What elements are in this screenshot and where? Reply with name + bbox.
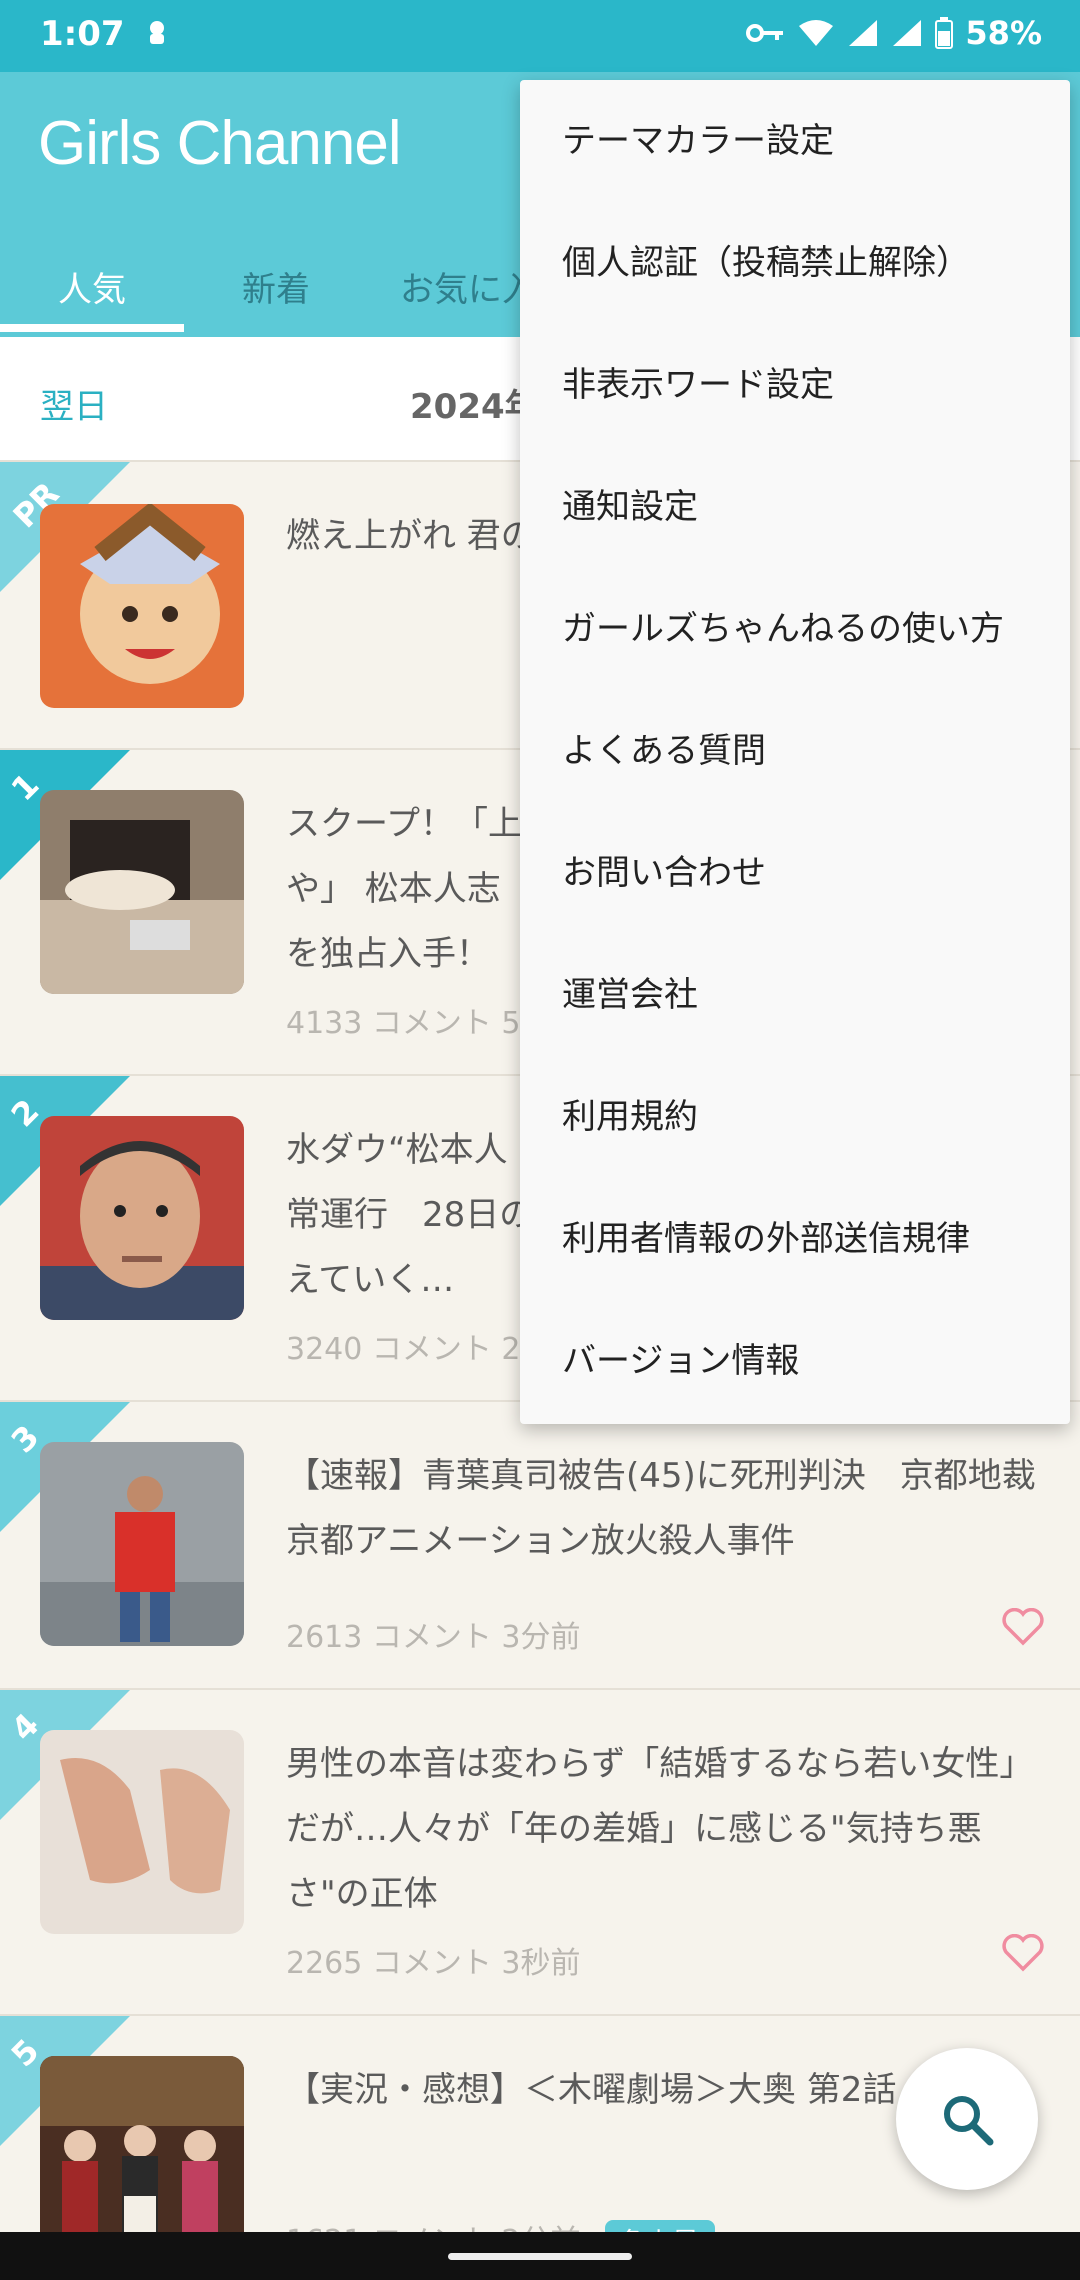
menu-item-external-transmission[interactable]: 利用者情報の外部送信規律 [520, 1178, 1070, 1300]
search-button[interactable] [896, 2048, 1038, 2190]
favorite-heart-icon[interactable] [1002, 1934, 1044, 1972]
menu-item-hidden-words[interactable]: 非表示ワード設定 [520, 324, 1070, 446]
topic-meta: 4133 コメント 5 [286, 1006, 521, 1041]
vpn-key-icon [745, 21, 785, 45]
status-bar: 1:07 58% [0, 0, 1080, 72]
topic-thumbnail [40, 1116, 244, 1320]
topic-item-4[interactable]: 4 男性の本音は変わらず「結婚するなら若い女性」だが…人々が「年の差婚」に感じる… [0, 1690, 1080, 2016]
tab-indicator [0, 324, 184, 332]
topic-thumbnail [40, 2056, 244, 2232]
topic-thumbnail [40, 790, 244, 994]
menu-item-notifications[interactable]: 通知設定 [520, 446, 1070, 568]
tab-new[interactable]: 新着 [184, 242, 368, 337]
overflow-menu: テーマカラー設定 個人認証（投稿禁止解除） 非表示ワード設定 通知設定 ガールズ… [520, 80, 1070, 1424]
menu-item-version[interactable]: バージョン情報 [520, 1300, 1070, 1422]
tab-popular[interactable]: 人気 [0, 242, 184, 337]
signal-icon-2 [891, 18, 923, 48]
topic-meta: 3240 コメント 2 [286, 1332, 521, 1367]
menu-item-company[interactable]: 運営会社 [520, 934, 1070, 1056]
next-day-button[interactable]: 翌日 [40, 379, 108, 428]
menu-item-how-to-use[interactable]: ガールズちゃんねるの使い方 [520, 568, 1070, 690]
topic-meta: 2613 コメント 3分前 [286, 1620, 581, 1655]
battery-icon [935, 17, 954, 49]
battery-percent: 58% [965, 14, 1042, 52]
home-gesture-handle[interactable] [448, 2253, 632, 2260]
status-time: 1:07 [40, 14, 125, 54]
trending-badge: 急上昇 [604, 2220, 715, 2232]
search-icon [944, 2096, 994, 2146]
topic-meta: 2265 コメント 3秒前 [286, 1946, 581, 1981]
app-title: Girls Channel [38, 109, 402, 178]
topic-meta: 1621 コメント 2分前急上昇 [286, 2216, 715, 2232]
topic-item-3[interactable]: 3 【速報】青葉真司被告(45)に死刑判決 京都地裁 京都アニメーション放火殺人… [0, 1402, 1080, 1690]
topic-thumbnail [40, 1730, 244, 1934]
menu-item-personal-auth[interactable]: 個人認証（投稿禁止解除） [520, 202, 1070, 324]
wifi-icon [797, 18, 835, 48]
topic-thumbnail [40, 504, 244, 708]
system-nav-bar [0, 2232, 1080, 2280]
topic-title: 男性の本音は変わらず「結婚するなら若い女性」だが…人々が「年の差婚」に感じる"気… [286, 1744, 1034, 1914]
menu-item-contact[interactable]: お問い合わせ [520, 812, 1070, 934]
menu-item-terms[interactable]: 利用規約 [520, 1056, 1070, 1178]
topic-title: 【速報】青葉真司被告(45)に死刑判決 京都地裁 京都アニメーション放火殺人事件 [286, 1456, 1070, 1561]
favorite-heart-icon[interactable] [1002, 1608, 1044, 1646]
signal-icon [847, 18, 879, 48]
notification-icon [140, 16, 174, 58]
status-icons: 58% [745, 14, 1042, 52]
menu-item-theme-color[interactable]: テーマカラー設定 [520, 80, 1070, 202]
menu-item-faq[interactable]: よくある質問 [520, 690, 1070, 812]
topic-thumbnail [40, 1442, 244, 1646]
